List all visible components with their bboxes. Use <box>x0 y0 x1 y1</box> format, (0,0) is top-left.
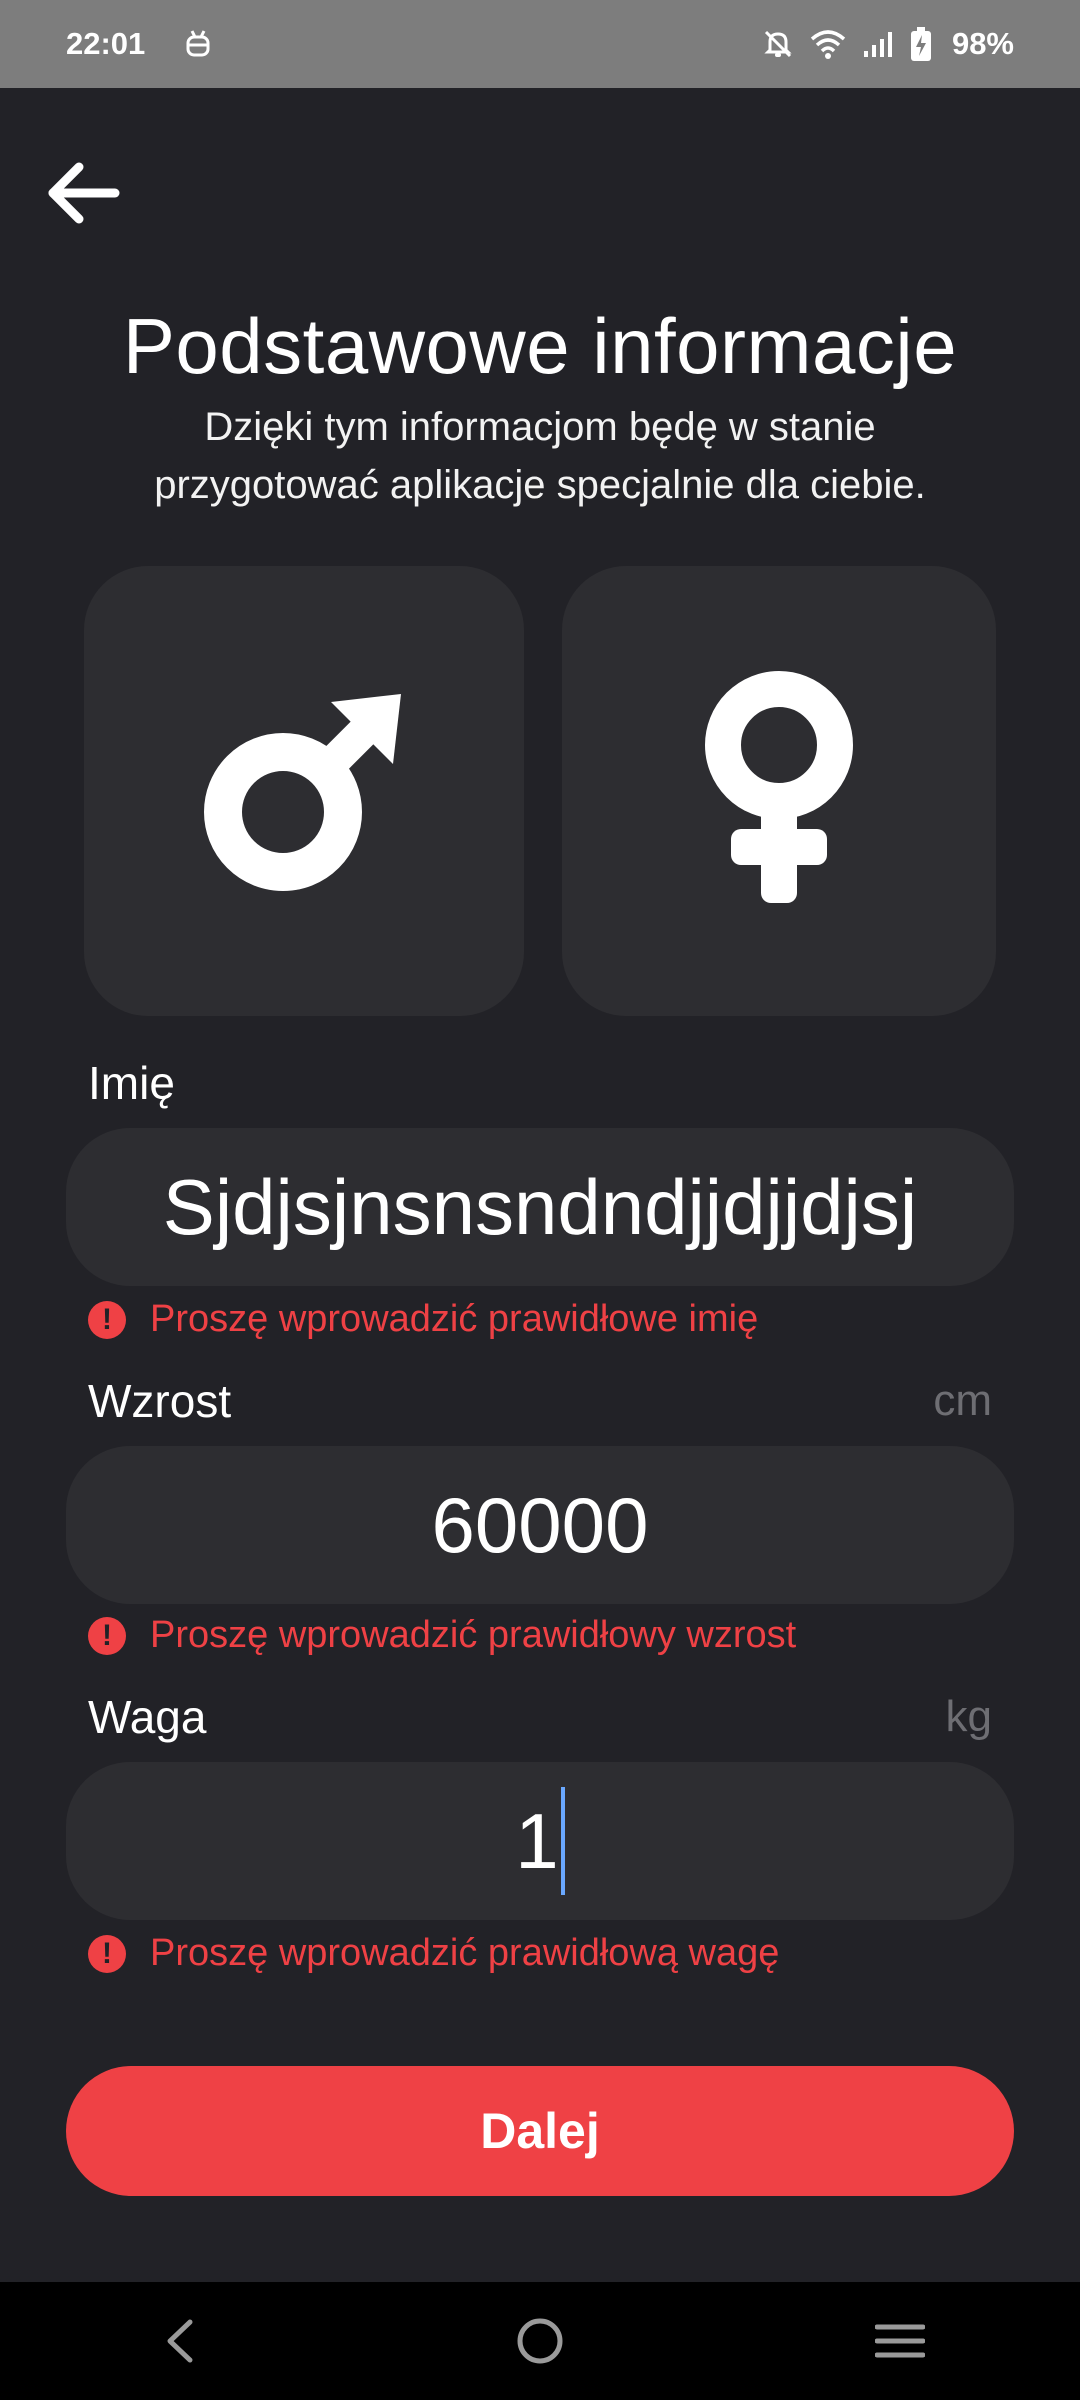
battery-charging-icon <box>910 27 932 61</box>
nav-bar <box>0 2282 1080 2400</box>
name-value: Sjdjsjnsnsndndjjdjjdjsj <box>162 1162 918 1251</box>
wifi-icon <box>810 29 846 59</box>
android-debug-icon <box>185 29 211 59</box>
arrow-left-icon <box>48 162 120 224</box>
weight-value: 1 <box>515 1796 559 1885</box>
text-cursor <box>560 1787 565 1895</box>
height-error-text: Proszę wprowadzić prawidłowy wzrost <box>150 1614 797 1656</box>
home-nav-icon[interactable] <box>480 2291 600 2391</box>
weight-error-text: Proszę wprowadzić prawidłową wagę <box>150 1932 780 1974</box>
weight-label: Waga <box>88 1691 207 1743</box>
battery-percent: 98% <box>951 26 1014 61</box>
app-screen: Podstawowe informacje Dzięki tym informa… <box>0 88 1080 2282</box>
height-input[interactable]: 60000 <box>66 1446 1014 1604</box>
status-bar: 22:01 98% <box>0 0 1080 88</box>
next-button[interactable]: Dalej <box>66 2066 1014 2196</box>
female-symbol-icon <box>705 671 853 903</box>
back-nav-icon[interactable] <box>120 2291 240 2391</box>
height-error: ! Proszę wprowadzić prawidłowy wzrost <box>88 1614 796 1657</box>
name-error-text: Proszę wprowadzić prawidłowe imię <box>150 1298 759 1340</box>
male-symbol-icon <box>204 694 401 891</box>
error-icon: ! <box>88 1616 126 1655</box>
recents-nav-icon[interactable] <box>840 2291 960 2391</box>
name-error: ! Proszę wprowadzić prawidłowe imię <box>88 1298 758 1341</box>
page-subtitle: Dzięki tym informacjom będę w stanie prz… <box>154 405 926 507</box>
height-unit: cm <box>933 1376 992 1425</box>
weight-error: ! Proszę wprowadzić prawidłową wagę <box>88 1932 779 1975</box>
page-title: Podstawowe informacje <box>122 302 958 390</box>
height-label: Wzrost <box>88 1375 232 1427</box>
error-icon: ! <box>88 1300 126 1339</box>
height-value: 60000 <box>431 1480 649 1569</box>
weight-unit: kg <box>945 1692 992 1741</box>
weight-input[interactable]: 1 <box>66 1762 1014 1920</box>
name-input[interactable]: Sjdjsjnsnsndndjjdjjdjsj <box>66 1128 1014 1286</box>
bell-off-icon <box>762 28 794 60</box>
name-label: Imię <box>88 1057 175 1109</box>
signal-icon <box>862 29 894 59</box>
status-icons: 98% <box>762 26 1014 62</box>
gender-male-card[interactable] <box>84 566 524 1016</box>
error-icon: ! <box>88 1934 126 1973</box>
status-time: 22:01 <box>66 26 146 61</box>
gender-female-card[interactable] <box>562 566 996 1016</box>
back-button[interactable] <box>38 148 128 238</box>
